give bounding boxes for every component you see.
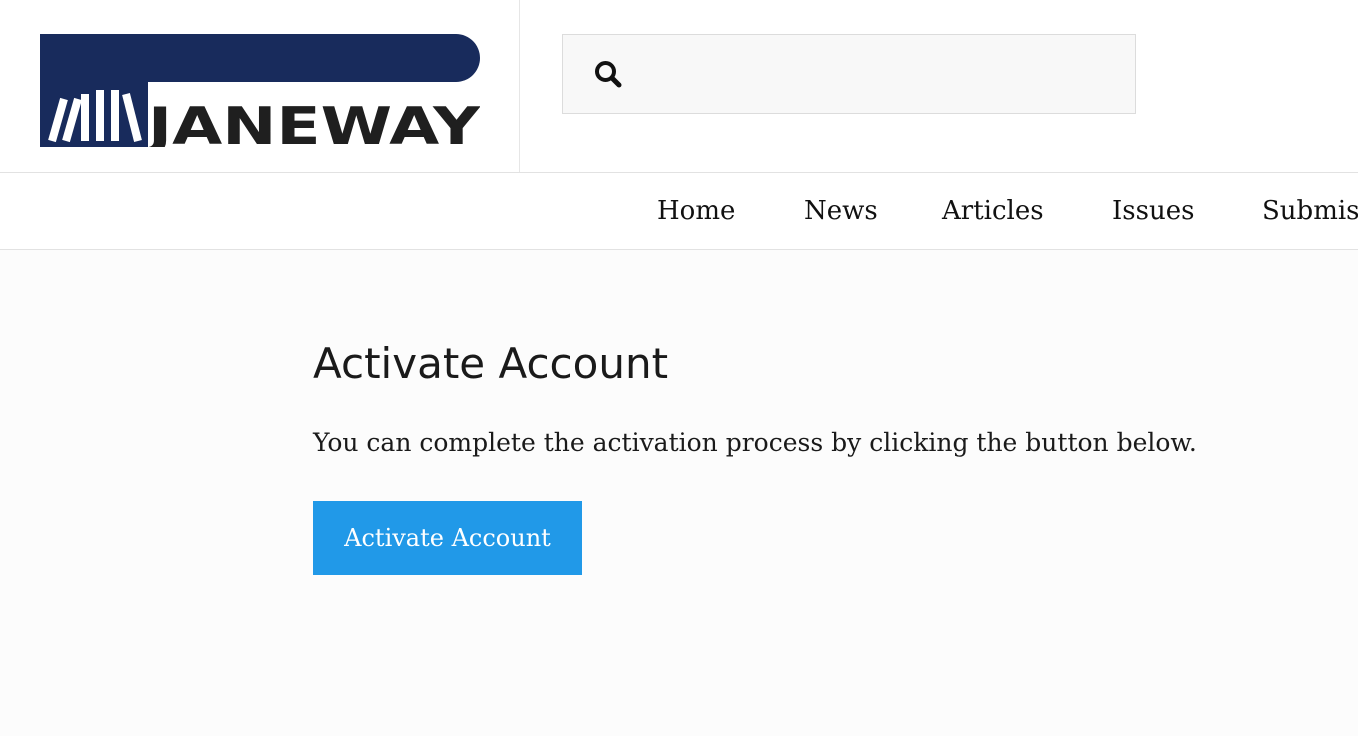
logo-text: JANEWAY xyxy=(144,97,480,147)
janeway-logo[interactable]: JANEWAY xyxy=(40,34,480,147)
nav-item-home[interactable]: Home xyxy=(657,173,735,249)
activation-instructions: You can complete the activation process … xyxy=(313,428,1197,457)
main-nav: Home News Articles Issues Submis xyxy=(0,172,1358,250)
nav-item-issues[interactable]: Issues xyxy=(1112,173,1194,249)
activate-account-button[interactable]: Activate Account xyxy=(313,501,582,575)
site-header: JANEWAY xyxy=(0,0,1358,172)
page-title: Activate Account xyxy=(313,339,669,388)
search-icon[interactable] xyxy=(593,59,623,89)
nav-item-news[interactable]: News xyxy=(804,173,878,249)
search-box[interactable] xyxy=(562,34,1136,115)
search-input[interactable] xyxy=(633,35,1127,115)
nav-item-submit[interactable]: Submis xyxy=(1262,173,1358,249)
nav-item-articles[interactable]: Articles xyxy=(942,173,1044,249)
logo-area: JANEWAY xyxy=(0,0,520,172)
